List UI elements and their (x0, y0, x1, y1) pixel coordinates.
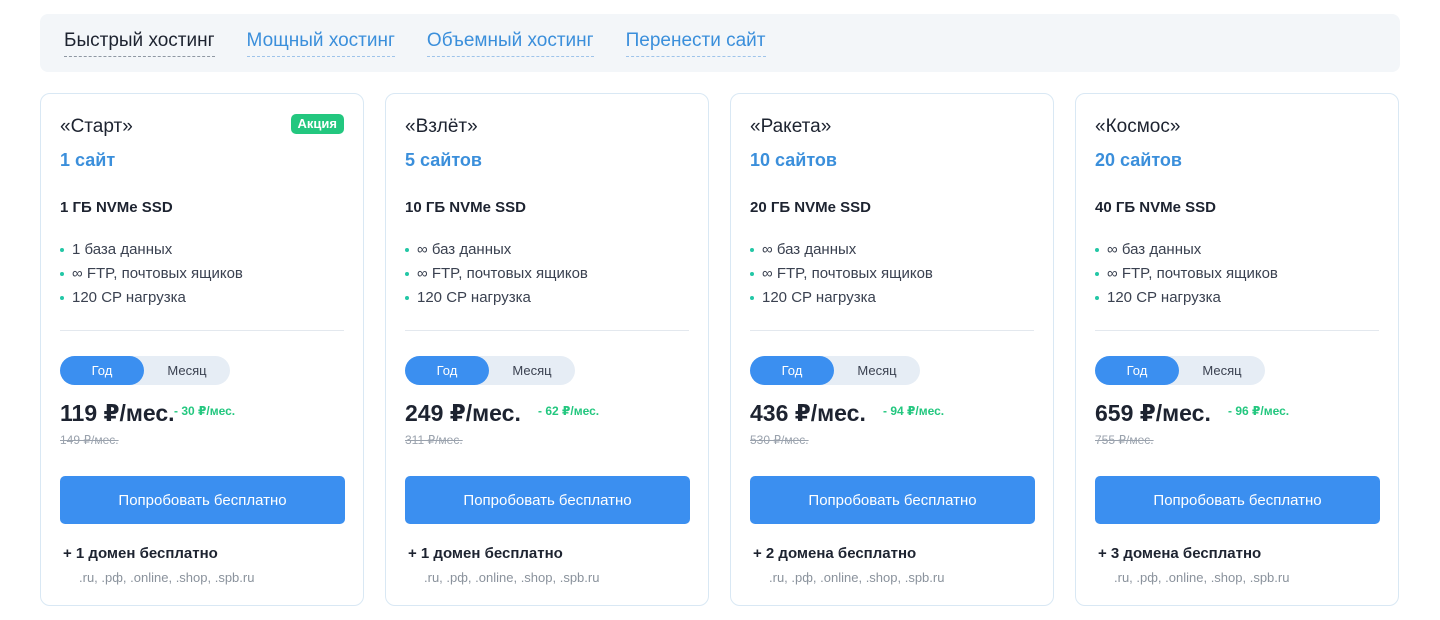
feature-item: 120 CP нагрузка (60, 286, 243, 310)
period-month-button[interactable]: Месяц (1179, 356, 1265, 385)
plan-discount: - 62 ₽/мес. (538, 404, 600, 418)
try-free-button[interactable]: Попробовать бесплатно (60, 476, 345, 524)
tab-powerful-hosting[interactable]: Мощный хостинг (246, 29, 395, 57)
feature-item: ∞ баз данных (750, 238, 933, 262)
feature-item: ∞ FTP, почтовых ящиков (60, 262, 243, 286)
feature-list: ∞ баз данных ∞ FTP, почтовых ящиков 120 … (1095, 238, 1278, 310)
bullet-icon (1095, 272, 1099, 276)
bullet-icon (1095, 248, 1099, 252)
feature-item: 1 база данных (60, 238, 243, 262)
bullet-icon (750, 296, 754, 300)
domain-zones: .ru, .рф, .online, .shop, .spb.ru (1114, 570, 1290, 585)
plan-title: «Космос» (1095, 116, 1181, 137)
period-month-button[interactable]: Месяц (489, 356, 575, 385)
divider (405, 330, 689, 331)
plan-price: 659 ₽/мес. (1095, 400, 1211, 426)
plan-price: 249 ₽/мес. (405, 400, 521, 426)
domain-zones: .ru, .рф, .online, .shop, .spb.ru (424, 570, 600, 585)
bullet-icon (405, 296, 409, 300)
plan-card-kosmos: «Космос» 20 сайтов 40 ГБ NVMe SSD ∞ баз … (1075, 93, 1399, 606)
feature-list: 1 база данных ∞ FTP, почтовых ящиков 120… (60, 238, 243, 310)
plan-title: «Старт» (60, 116, 133, 137)
divider (1095, 330, 1379, 331)
plan-title: «Взлёт» (405, 116, 478, 137)
period-month-button[interactable]: Месяц (144, 356, 230, 385)
plan-card-vzlet: «Взлёт» 5 сайтов 10 ГБ NVMe SSD ∞ баз да… (385, 93, 709, 606)
plan-storage: 40 ГБ NVMe SSD (1095, 199, 1216, 216)
plan-price: 436 ₽/мес. (750, 400, 866, 426)
try-free-button[interactable]: Попробовать бесплатно (405, 476, 690, 524)
plan-sites: 1 сайт (60, 150, 116, 170)
plan-cards: «Старт» Акция 1 сайт 1 ГБ NVMe SSD 1 баз… (40, 93, 1399, 606)
bullet-icon (405, 248, 409, 252)
tab-migrate-site[interactable]: Перенести сайт (625, 29, 766, 57)
plan-old-price: 530 ₽/мес. (750, 433, 809, 447)
feature-item: 120 CP нагрузка (405, 286, 588, 310)
feature-item: ∞ FTP, почтовых ящиков (1095, 262, 1278, 286)
plan-old-price: 311 ₽/мес. (405, 433, 463, 447)
free-domain-label: + 3 домена бесплатно (1098, 545, 1262, 562)
tab-volume-hosting[interactable]: Объемный хостинг (426, 29, 594, 57)
billing-period-toggle: Год Месяц (750, 356, 920, 385)
plan-discount: - 96 ₽/мес. (1228, 404, 1290, 418)
plan-old-price: 755 ₽/мес. (1095, 433, 1154, 447)
free-domain-label: + 1 домен бесплатно (63, 545, 218, 562)
divider (60, 330, 344, 331)
bullet-icon (1095, 296, 1099, 300)
plan-card-raketa: «Ракета» 10 сайтов 20 ГБ NVMe SSD ∞ баз … (730, 93, 1054, 606)
plan-storage: 10 ГБ NVMe SSD (405, 199, 526, 216)
period-year-button[interactable]: Год (60, 356, 144, 385)
promo-badge: Акция (290, 114, 344, 134)
plan-sites: 10 сайтов (750, 150, 837, 170)
plan-sites: 5 сайтов (405, 150, 482, 170)
bullet-icon (60, 248, 64, 252)
bullet-icon (60, 296, 64, 300)
hosting-tabs: Быстрый хостинг Мощный хостинг Объемный … (40, 14, 1400, 72)
billing-period-toggle: Год Месяц (405, 356, 575, 385)
plan-discount: - 30 ₽/мес. (174, 404, 236, 418)
feature-list: ∞ баз данных ∞ FTP, почтовых ящиков 120 … (750, 238, 933, 310)
try-free-button[interactable]: Попробовать бесплатно (750, 476, 1035, 524)
plan-discount: - 94 ₽/мес. (883, 404, 945, 418)
feature-item: ∞ баз данных (405, 238, 588, 262)
tab-fast-hosting[interactable]: Быстрый хостинг (64, 29, 215, 57)
free-domain-label: + 1 домен бесплатно (408, 545, 563, 562)
try-free-button[interactable]: Попробовать бесплатно (1095, 476, 1380, 524)
feature-item: ∞ FTP, почтовых ящиков (750, 262, 933, 286)
period-month-button[interactable]: Месяц (834, 356, 920, 385)
domain-zones: .ru, .рф, .online, .shop, .spb.ru (79, 570, 255, 585)
bullet-icon (750, 272, 754, 276)
period-year-button[interactable]: Год (405, 356, 489, 385)
period-year-button[interactable]: Год (1095, 356, 1179, 385)
billing-period-toggle: Год Месяц (60, 356, 230, 385)
feature-item: 120 CP нагрузка (1095, 286, 1278, 310)
plan-card-start: «Старт» Акция 1 сайт 1 ГБ NVMe SSD 1 баз… (40, 93, 364, 606)
billing-period-toggle: Год Месяц (1095, 356, 1265, 385)
feature-list: ∞ баз данных ∞ FTP, почтовых ящиков 120 … (405, 238, 588, 310)
plan-storage: 20 ГБ NVMe SSD (750, 199, 871, 216)
divider (750, 330, 1034, 331)
feature-item: 120 CP нагрузка (750, 286, 933, 310)
feature-item: ∞ баз данных (1095, 238, 1278, 262)
plan-old-price: 149 ₽/мес. (60, 433, 119, 447)
bullet-icon (405, 272, 409, 276)
plan-title: «Ракета» (750, 116, 832, 137)
plan-sites: 20 сайтов (1095, 150, 1182, 170)
free-domain-label: + 2 домена бесплатно (753, 545, 917, 562)
bullet-icon (750, 248, 754, 252)
domain-zones: .ru, .рф, .online, .shop, .spb.ru (769, 570, 945, 585)
period-year-button[interactable]: Год (750, 356, 834, 385)
plan-price: 119 ₽/мес. (60, 400, 175, 426)
plan-storage: 1 ГБ NVMe SSD (60, 199, 173, 216)
bullet-icon (60, 272, 64, 276)
feature-item: ∞ FTP, почтовых ящиков (405, 262, 588, 286)
